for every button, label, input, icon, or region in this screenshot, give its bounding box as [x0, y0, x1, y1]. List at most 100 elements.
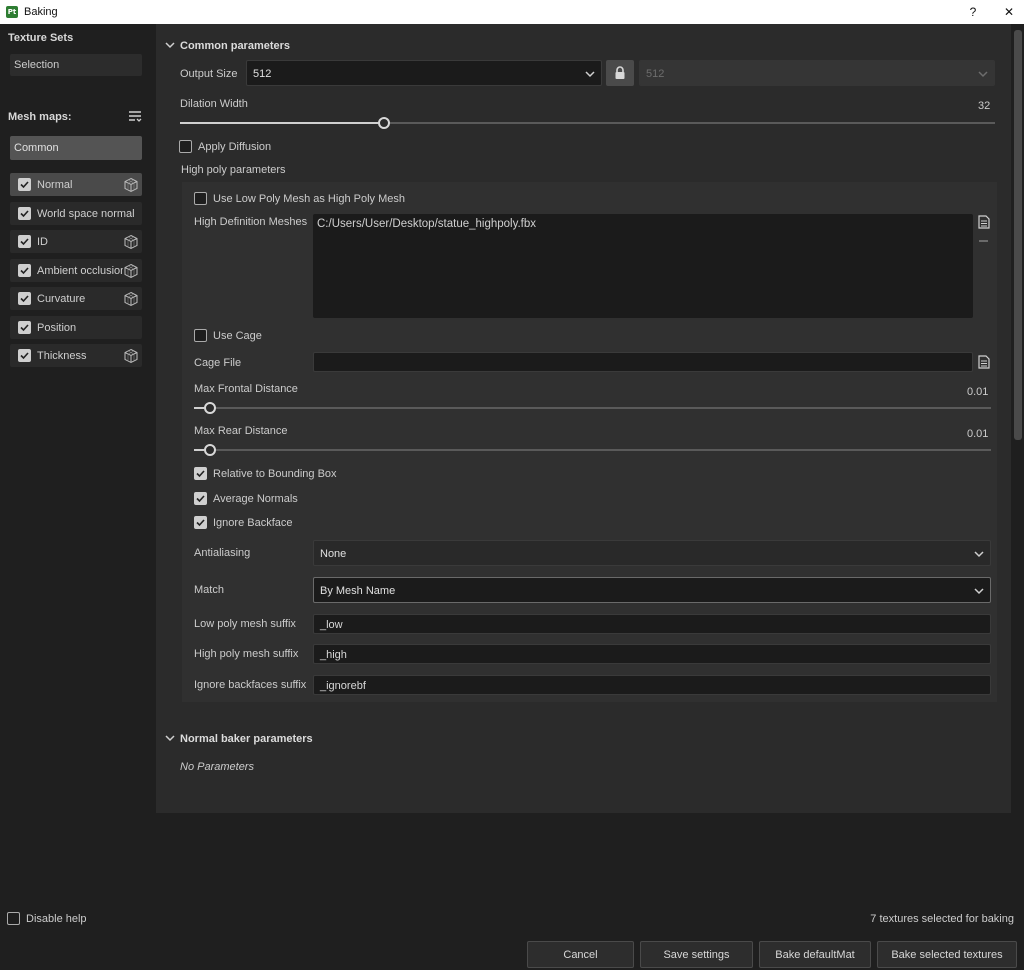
title-bar: Pt Baking ? ✕	[0, 0, 1024, 24]
high-poly-parameters-header: High poly parameters	[181, 164, 286, 176]
close-button[interactable]: ✕	[994, 0, 1024, 24]
output-size-dropdown[interactable]: 512	[246, 60, 602, 86]
max-rear-distance-slider-fill	[194, 449, 204, 451]
mesh-map-checkbox[interactable]	[18, 321, 31, 334]
max-frontal-distance-slider-fill	[194, 407, 204, 409]
cube-icon[interactable]	[123, 234, 139, 250]
ignore-backfaces-suffix-input[interactable]: _ignorebf	[313, 675, 991, 695]
dilation-width-label: Dilation Width	[180, 98, 248, 110]
common-parameters-header[interactable]: Common parameters	[180, 40, 290, 52]
dilation-width-value: 32	[978, 100, 991, 112]
mesh-map-checkbox[interactable]	[18, 292, 31, 305]
filter-list-icon[interactable]	[128, 110, 142, 124]
max-frontal-distance-slider-track[interactable]	[194, 407, 991, 409]
file-browse-icon[interactable]	[978, 355, 990, 369]
use-low-poly-as-high-checkbox[interactable]: Use Low Poly Mesh as High Poly Mesh	[194, 192, 405, 205]
mesh-map-checkbox[interactable]	[18, 178, 31, 191]
max-rear-distance-slider-handle[interactable]	[204, 444, 216, 456]
checkbox-icon	[194, 492, 207, 505]
mesh-map-item[interactable]: World space normal	[10, 202, 142, 225]
cage-file-label: Cage File	[194, 357, 242, 369]
mesh-map-item[interactable]: ID	[10, 230, 142, 253]
mesh-map-label: Ambient occlusion	[37, 264, 123, 277]
match-value: By Mesh Name	[320, 585, 396, 597]
output-size-value: 512	[253, 68, 272, 80]
no-parameters-text: No Parameters	[180, 761, 254, 773]
average-normals-checkbox[interactable]: Average Normals	[194, 492, 298, 505]
mesh-map-item[interactable]: Thickness	[10, 344, 142, 367]
disable-help-label: Disable help	[26, 912, 87, 925]
use-cage-label: Use Cage	[213, 329, 262, 342]
texture-set-selection[interactable]: Selection	[10, 54, 142, 76]
relative-to-bounding-box-label: Relative to Bounding Box	[213, 467, 337, 480]
mesh-map-item[interactable]: Curvature	[10, 287, 142, 310]
low-poly-suffix-input[interactable]: _low	[313, 614, 991, 634]
file-browse-icon[interactable]	[978, 215, 990, 229]
bake-status-text: 7 textures selected for baking	[870, 913, 1014, 925]
mesh-map-label: Thickness	[37, 349, 87, 362]
mesh-map-checkbox[interactable]	[18, 264, 31, 277]
average-normals-label: Average Normals	[213, 492, 298, 505]
mesh-map-label: Normal	[37, 178, 73, 191]
chevron-down-icon	[585, 71, 595, 78]
remove-mesh-icon[interactable]	[979, 240, 988, 242]
normal-baker-parameters-header[interactable]: Normal baker parameters	[180, 733, 313, 745]
mesh-map-checkbox[interactable]	[18, 207, 31, 220]
output-size-height-dropdown: 512	[639, 60, 995, 86]
cube-icon[interactable]	[123, 348, 139, 364]
scrollbar-thumb[interactable]	[1014, 30, 1022, 440]
checkbox-icon	[194, 516, 207, 529]
max-frontal-distance-slider-handle[interactable]	[204, 402, 216, 414]
bake-selected-textures-button[interactable]: Bake selected textures	[877, 941, 1017, 968]
checkbox-icon	[7, 912, 20, 925]
antialiasing-label: Antialiasing	[194, 547, 251, 559]
cage-file-input[interactable]	[313, 352, 973, 372]
mesh-map-label: World space normal	[37, 207, 135, 220]
bake-defaultmat-button[interactable]: Bake defaultMat	[759, 941, 871, 968]
use-low-poly-as-high-label: Use Low Poly Mesh as High Poly Mesh	[213, 192, 405, 205]
left-panel: Texture Sets Selection Mesh maps: Common…	[0, 24, 150, 904]
lock-output-size-button[interactable]	[606, 60, 634, 86]
high-poly-suffix-input[interactable]: _high	[313, 644, 991, 664]
mesh-map-item[interactable]: Position	[10, 316, 142, 339]
checkbox-icon	[194, 329, 207, 342]
mesh-map-item[interactable]: Normal	[10, 173, 142, 196]
antialiasing-dropdown[interactable]: None	[313, 540, 991, 566]
checkbox-icon	[194, 467, 207, 480]
apply-diffusion-checkbox[interactable]: Apply Diffusion	[179, 140, 271, 153]
help-button[interactable]: ?	[958, 0, 988, 24]
chevron-down-icon[interactable]	[165, 40, 175, 50]
cube-icon[interactable]	[123, 177, 139, 193]
mesh-map-checkbox[interactable]	[18, 349, 31, 362]
high-definition-meshes-list[interactable]: C:/Users/User/Desktop/statue_highpoly.fb…	[313, 214, 973, 318]
mesh-map-label: ID	[37, 235, 48, 248]
chevron-down-icon	[974, 588, 984, 595]
ignore-backfaces-suffix-label: Ignore backfaces suffix	[194, 679, 307, 691]
chevron-down-icon	[978, 71, 988, 78]
chevron-down-icon[interactable]	[165, 733, 175, 743]
max-frontal-distance-value: 0.01	[967, 386, 989, 398]
app-icon: Pt	[6, 6, 18, 18]
max-rear-distance-label: Max Rear Distance	[194, 425, 288, 437]
save-settings-button[interactable]: Save settings	[640, 941, 753, 968]
relative-to-bounding-box-checkbox[interactable]: Relative to Bounding Box	[194, 467, 337, 480]
mesh-map-item[interactable]: Ambient occlusion	[10, 259, 142, 282]
ignore-backface-checkbox[interactable]: Ignore Backface	[194, 516, 293, 529]
disable-help-checkbox[interactable]: Disable help	[7, 912, 87, 925]
dilation-width-slider-handle[interactable]	[377, 117, 390, 129]
checkbox-icon	[179, 140, 192, 153]
dilation-width-slider-fill	[180, 122, 384, 124]
lock-icon	[615, 66, 625, 79]
high-definition-meshes-label: High Definition Meshes	[194, 216, 308, 228]
max-rear-distance-slider-track[interactable]	[194, 449, 991, 451]
match-dropdown[interactable]: By Mesh Name	[313, 577, 991, 603]
output-size-label: Output Size	[180, 68, 238, 80]
cube-icon[interactable]	[123, 291, 139, 307]
checkbox-icon	[194, 192, 207, 205]
common-maps-button[interactable]: Common	[10, 136, 142, 160]
mesh-map-checkbox[interactable]	[18, 235, 31, 248]
high-poly-suffix-label: High poly mesh suffix	[194, 648, 299, 660]
cube-icon[interactable]	[123, 263, 139, 279]
use-cage-checkbox[interactable]: Use Cage	[194, 329, 262, 342]
cancel-button[interactable]: Cancel	[527, 941, 634, 968]
